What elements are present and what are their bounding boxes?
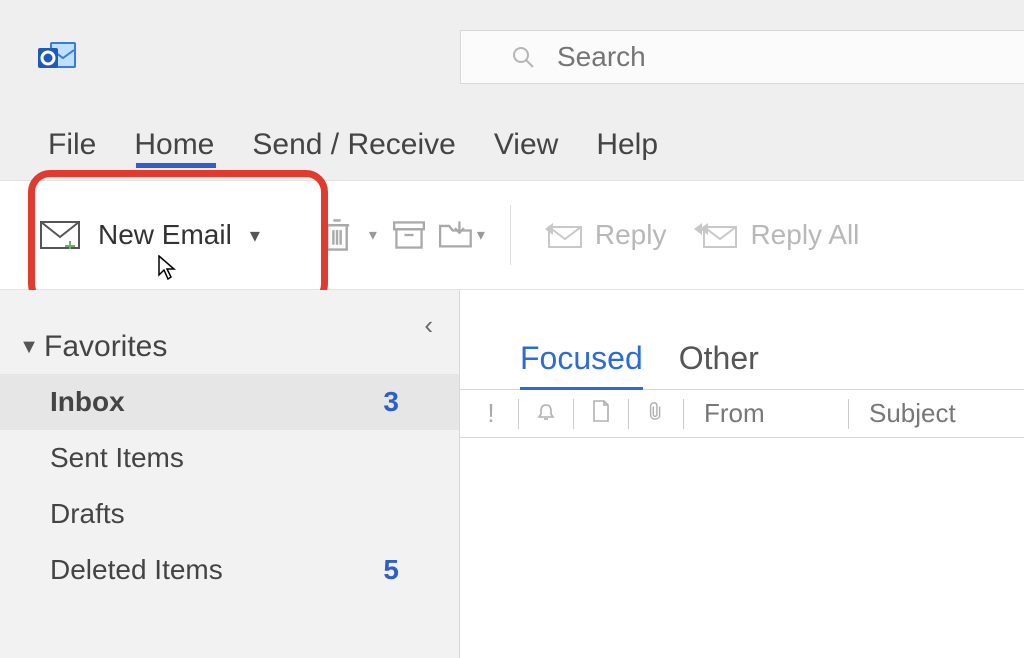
ribbon-separator <box>510 205 511 265</box>
envelope-icon <box>40 221 80 249</box>
move-button[interactable]: ▾ <box>432 212 492 258</box>
reminder-column-icon[interactable] <box>531 398 561 429</box>
chevron-down-icon: ▾ <box>250 223 260 248</box>
folder-pane: ‹ ▼ Favorites Inbox 3 Sent Items Drafts … <box>0 290 460 658</box>
column-headers: ! From Subject <box>460 390 1024 438</box>
search-input[interactable] <box>555 40 1024 74</box>
ribbon: New Email ▾ ▾ ▾ Reply <box>0 180 1024 290</box>
folder-sent-items[interactable]: Sent Items <box>0 430 459 486</box>
menu-bar: File Home Send / Receive View Help <box>0 110 1024 180</box>
column-from[interactable]: From <box>696 398 836 429</box>
search-box[interactable] <box>460 30 1024 84</box>
tab-focused[interactable]: Focused <box>520 340 643 389</box>
search-icon <box>511 45 535 69</box>
item-type-column-icon[interactable] <box>586 398 616 429</box>
favorites-header[interactable]: ▼ Favorites <box>0 330 459 364</box>
reply-all-button[interactable]: Reply All <box>680 219 873 251</box>
folder-label: Drafts <box>50 498 125 530</box>
folder-label: Inbox <box>50 386 125 418</box>
column-subject[interactable]: Subject <box>861 398 964 429</box>
folder-count: 3 <box>383 386 399 418</box>
archive-button[interactable] <box>386 212 432 258</box>
new-email-label: New Email <box>98 219 232 251</box>
folder-count: 5 <box>383 554 399 586</box>
reply-button[interactable]: Reply <box>529 219 681 251</box>
folder-label: Sent Items <box>50 442 184 474</box>
delete-dropdown[interactable]: ▾ <box>360 212 386 258</box>
delete-button[interactable] <box>314 212 360 258</box>
menu-home[interactable]: Home <box>134 128 214 162</box>
folder-label: Deleted Items <box>50 554 223 586</box>
folder-drafts[interactable]: Drafts <box>0 486 459 542</box>
outlook-app-icon <box>38 40 78 74</box>
menu-view[interactable]: View <box>494 128 558 162</box>
attachment-column-icon[interactable] <box>641 398 671 429</box>
importance-column-icon[interactable]: ! <box>476 398 506 429</box>
folder-inbox[interactable]: Inbox 3 <box>0 374 459 430</box>
collapse-pane-button[interactable]: ‹ <box>424 310 433 341</box>
message-list-pane: Focused Other ! <box>460 290 1024 658</box>
folder-list: Inbox 3 Sent Items Drafts Deleted Items … <box>0 374 459 598</box>
mouse-cursor-icon <box>158 255 178 288</box>
tab-other[interactable]: Other <box>679 340 759 389</box>
new-email-button[interactable]: New Email ▾ <box>40 209 274 261</box>
chevron-down-icon: ▼ <box>18 336 40 359</box>
reply-all-label: Reply All <box>750 219 859 251</box>
menu-send-receive[interactable]: Send / Receive <box>252 128 455 162</box>
favorites-label: Favorites <box>44 330 167 364</box>
menu-help[interactable]: Help <box>596 128 658 162</box>
reply-label: Reply <box>595 219 667 251</box>
menu-file[interactable]: File <box>48 128 96 162</box>
folder-deleted-items[interactable]: Deleted Items 5 <box>0 542 459 598</box>
